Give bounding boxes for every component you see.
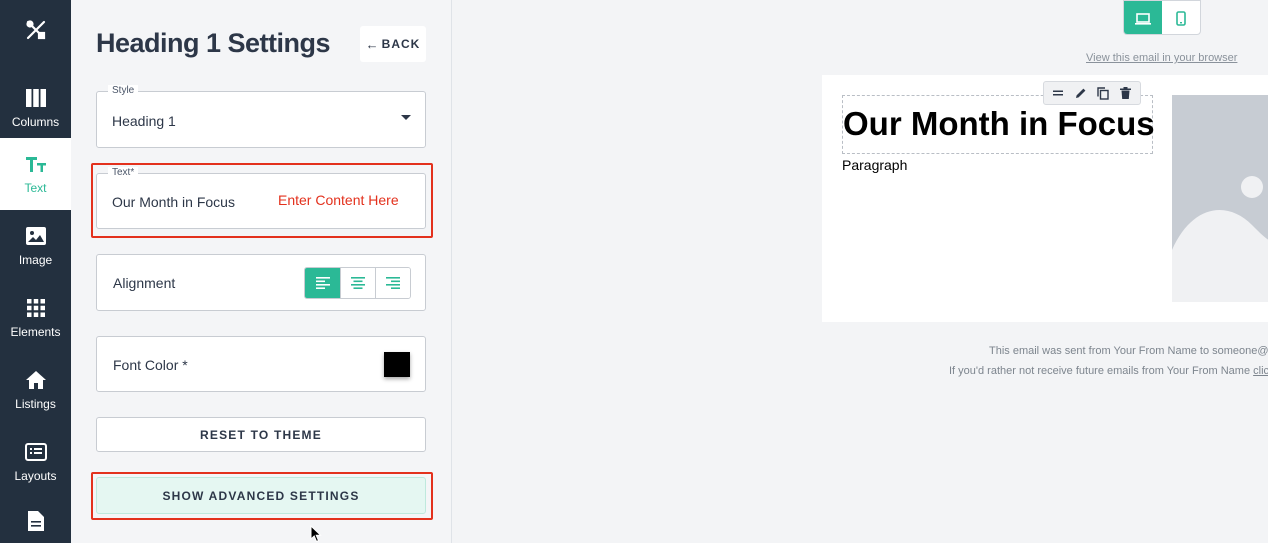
settings-panel: Heading 1 Settings ← BACK Style Heading … <box>71 0 452 543</box>
left-toolbar: Columns Text Image Elements Listings Lay… <box>0 0 71 543</box>
columns-icon <box>25 87 47 109</box>
email-body: Our Month in Focus Paragraph <box>822 75 1268 322</box>
rail-item-label: Listings <box>15 397 56 411</box>
rail-item-columns[interactable]: Columns <box>0 72 71 144</box>
align-left-icon <box>315 277 330 289</box>
style-value: Heading 1 <box>112 113 176 129</box>
rail-item-label: Layouts <box>14 469 57 483</box>
reset-to-theme-button[interactable]: RESET TO THEME <box>96 417 426 452</box>
rail-item-label: Text <box>24 181 47 195</box>
alignment-label: Alignment <box>113 275 176 291</box>
email-paragraph[interactable]: Paragraph <box>842 157 907 173</box>
footer-unsubscribe-prefix: If you'd rather not receive future email… <box>949 365 1254 377</box>
align-center-button[interactable] <box>340 268 375 298</box>
page-title: Heading 1 Settings <box>96 28 331 58</box>
text-legend: Text* <box>108 167 139 178</box>
unsubscribe-link[interactable]: clic <box>1253 365 1268 377</box>
mobile-view-button[interactable] <box>1162 1 1200 34</box>
rail-item-layouts[interactable]: Layouts <box>0 426 71 498</box>
desktop-view-button[interactable] <box>1124 1 1162 34</box>
enter-content-annotation: Enter Content Here <box>278 192 399 208</box>
grid-icon <box>25 297 47 319</box>
footer-sent-text: This email was sent from Your From Name … <box>989 345 1268 357</box>
view-in-browser-link[interactable]: View this email in your browser <box>1086 52 1237 64</box>
alignment-group <box>304 267 411 299</box>
align-right-icon <box>386 277 400 289</box>
text-value[interactable]: Our Month in Focus <box>112 194 235 210</box>
email-preview: View this email in your browser Our Mont… <box>452 0 1268 543</box>
phone-icon <box>1176 11 1186 26</box>
image-placeholder[interactable] <box>1172 95 1268 302</box>
layout-icon <box>24 441 47 463</box>
rail-item-listings[interactable]: Listings <box>0 354 71 426</box>
font-color-label: Font Color * <box>113 357 188 373</box>
align-center-icon <box>351 277 365 289</box>
style-legend: Style <box>108 85 139 96</box>
style-select[interactable]: Style Heading 1 <box>96 85 426 148</box>
device-toggle <box>1123 0 1201 35</box>
image-icon <box>25 225 47 247</box>
trash-icon[interactable] <box>1117 84 1135 102</box>
laptop-icon <box>1135 12 1151 25</box>
back-button-label: BACK <box>381 37 421 51</box>
tools-icon[interactable] <box>0 0 71 60</box>
rail-item-label: Image <box>18 253 53 267</box>
text-icon <box>25 153 47 175</box>
font-color-swatch[interactable] <box>384 352 410 377</box>
align-left-button[interactable] <box>305 268 340 298</box>
rail-item-elements[interactable]: Elements <box>0 282 71 354</box>
chevron-down-icon <box>401 115 411 120</box>
rail-item-text[interactable]: Text <box>0 138 71 210</box>
back-button[interactable]: ← BACK <box>360 26 426 62</box>
rail-item-label: Elements <box>10 325 61 339</box>
document-icon <box>25 510 47 532</box>
edit-pencil-icon[interactable] <box>1072 84 1090 102</box>
drag-handle-icon[interactable] <box>1049 84 1067 102</box>
font-color-row: Font Color * <box>96 336 426 392</box>
block-toolbar <box>1043 81 1141 105</box>
mouse-cursor-icon <box>310 525 322 543</box>
rail-item-image[interactable]: Image <box>0 210 71 282</box>
arrow-left-icon: ← <box>365 36 380 52</box>
email-heading: Our Month in Focus <box>843 105 1155 142</box>
home-icon <box>25 369 47 391</box>
alignment-row: Alignment <box>96 254 426 311</box>
text-field[interactable]: Text* Our Month in Focus Enter Content H… <box>96 167 426 229</box>
copy-icon[interactable] <box>1094 84 1112 102</box>
align-right-button[interactable] <box>375 268 410 298</box>
footer-unsubscribe-text: If you'd rather not receive future email… <box>949 365 1268 377</box>
rail-item-label: Columns <box>11 115 60 129</box>
rail-item-document[interactable] <box>0 498 71 543</box>
show-advanced-settings-button[interactable]: SHOW ADVANCED SETTINGS <box>96 477 426 514</box>
